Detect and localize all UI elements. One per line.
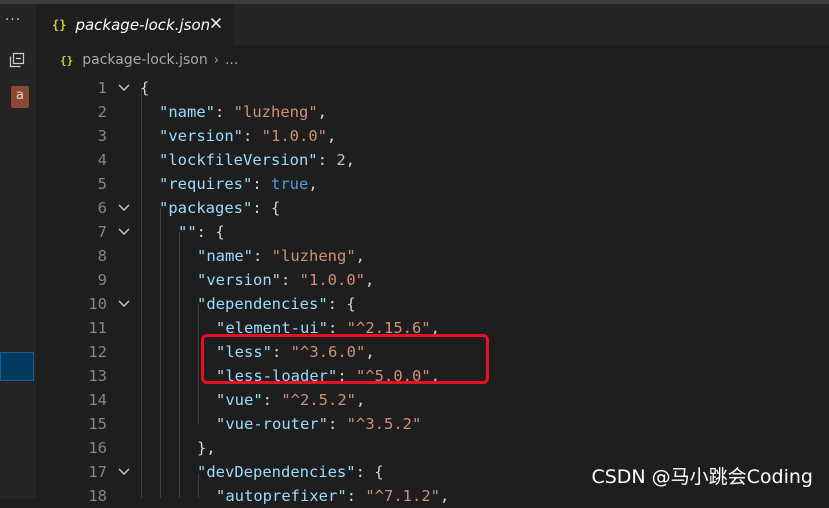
code-line[interactable]: 6 "packages": {: [36, 196, 829, 220]
json-string: "luzheng": [233, 103, 318, 121]
fold-chevron-icon[interactable]: [114, 220, 134, 244]
line-number: 11: [88, 319, 107, 337]
json-number: 2: [336, 151, 346, 169]
line-number: 10: [88, 295, 107, 313]
code-line[interactable]: 8 "name": "luzheng",: [36, 244, 829, 268]
line-number: 17: [88, 463, 107, 481]
brace: },: [197, 439, 216, 457]
json-key: "packages": [159, 199, 253, 217]
watermark: CSDN @马小跳会Coding: [591, 466, 813, 488]
close-icon[interactable]: [208, 15, 224, 31]
json-key: "dependencies": [197, 295, 328, 313]
json-key: "name": [197, 247, 253, 265]
line-number: 16: [88, 439, 107, 457]
fold-chevron-icon[interactable]: [114, 292, 134, 316]
fold-chevron-icon[interactable]: [114, 76, 134, 100]
json-string: "^2.5.2": [281, 391, 356, 409]
line-number: 14: [88, 391, 107, 409]
breadcrumb: {} package-lock.json › ...: [60, 50, 238, 70]
json-key: "version": [159, 127, 243, 145]
line-number: 9: [97, 271, 107, 289]
code-line[interactable]: 16 },: [36, 436, 829, 460]
json-braces-icon: {}: [60, 53, 74, 67]
json-key: "version": [197, 271, 281, 289]
tab-title: package-lock.json: [75, 15, 211, 34]
json-key: "lockfileVersion": [159, 151, 318, 169]
json-key: "devDependencies": [197, 463, 356, 481]
code-line[interactable]: 5 "requires": true,: [36, 172, 829, 196]
json-key: "": [178, 223, 197, 241]
json-key: "requires": [159, 175, 253, 193]
json-string: "1.0.0": [299, 271, 365, 289]
code-line[interactable]: 10 "dependencies": {: [36, 292, 829, 316]
line-number: 1: [97, 79, 107, 97]
code-line[interactable]: 3 "version": "1.0.0",: [36, 124, 829, 148]
line-number: 2: [97, 103, 107, 121]
json-key: "vue-router": [216, 415, 328, 433]
sidebar: ··· a: [0, 4, 36, 498]
line-number: 13: [88, 367, 107, 385]
json-key: "autoprefixer": [216, 487, 347, 505]
json-string: "luzheng": [271, 247, 356, 265]
json-braces-icon: {}: [52, 17, 67, 32]
line-number: 8: [97, 247, 107, 265]
json-string: "1.0.0": [261, 127, 327, 145]
code-line[interactable]: 15 "vue-router": "^3.5.2": [36, 412, 829, 436]
line-number: 18: [88, 487, 107, 505]
code-line[interactable]: 4 "lockfileVersion": 2,: [36, 148, 829, 172]
breadcrumb-file[interactable]: package-lock.json: [82, 52, 208, 68]
line-number: 12: [88, 343, 107, 361]
code-line[interactable]: 9 "version": "1.0.0",: [36, 268, 829, 292]
json-key: "name": [159, 103, 215, 121]
line-number: 15: [88, 415, 107, 433]
selected-explorer-item[interactable]: [0, 352, 34, 381]
tab-bar: {} package-lock.json: [36, 4, 829, 45]
json-boolean: true: [271, 175, 309, 193]
line-number: 4: [97, 151, 107, 169]
code-line[interactable]: 14 "vue": "^2.5.2",: [36, 388, 829, 412]
code-line[interactable]: 7 "": {: [36, 220, 829, 244]
collapse-folders-icon[interactable]: [9, 52, 25, 68]
line-number: 3: [97, 127, 107, 145]
fold-chevron-icon[interactable]: [114, 460, 134, 484]
file-badge[interactable]: a: [11, 86, 29, 108]
chevron-right-icon: ›: [213, 52, 219, 68]
line-number: 6: [97, 199, 107, 217]
json-key: "vue": [216, 391, 263, 409]
line-number: 7: [97, 223, 107, 241]
highlight-box: [201, 334, 489, 384]
tab-package-lock[interactable]: {} package-lock.json: [36, 4, 234, 45]
code-line[interactable]: 2 "name": "luzheng",: [36, 100, 829, 124]
brace: {: [140, 79, 150, 97]
line-number: 5: [97, 175, 107, 193]
code-line[interactable]: 1 {: [36, 76, 829, 100]
more-actions-icon[interactable]: ···: [0, 12, 26, 28]
fold-chevron-icon[interactable]: [114, 196, 134, 220]
code-editor[interactable]: 1 { 2 "name": "luzheng", 3 "version": "1…: [36, 76, 829, 505]
json-string: "^7.1.2": [365, 487, 440, 505]
json-string: "^3.5.2": [346, 415, 422, 433]
breadcrumb-more[interactable]: ...: [225, 52, 238, 68]
